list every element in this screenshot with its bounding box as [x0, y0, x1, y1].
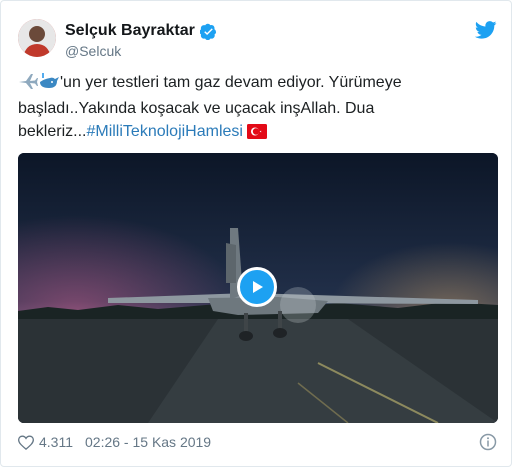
- info-icon[interactable]: [479, 433, 497, 451]
- like-button[interactable]: 4.311: [18, 434, 73, 450]
- twitter-bird-icon[interactable]: [475, 21, 497, 39]
- whale-emoji: [38, 72, 60, 97]
- handle[interactable]: @Selcuk: [65, 43, 121, 59]
- turkey-flag-emoji: [247, 123, 268, 146]
- tweet-timestamp[interactable]: 02:26 - 15 Kas 2019: [85, 434, 211, 450]
- play-icon: [253, 281, 263, 293]
- video-media[interactable]: [18, 153, 498, 423]
- like-count: 4.311: [39, 434, 73, 450]
- airplane-emoji: [18, 72, 38, 97]
- heart-icon: [18, 434, 34, 450]
- avatar[interactable]: [18, 19, 56, 57]
- display-name-row[interactable]: Selçuk Bayraktar: [65, 22, 217, 40]
- tweet-text: 'un yer testleri tam gaz devam ediyor. Y…: [18, 71, 488, 146]
- hashtag-link[interactable]: #MilliTeknolojiHamlesi: [86, 123, 243, 140]
- play-button[interactable]: [237, 267, 277, 307]
- display-name[interactable]: Selçuk Bayraktar: [65, 22, 195, 40]
- tweet-footer: 4.311 02:26 - 15 Kas 2019: [18, 433, 497, 451]
- tweet-card: Selçuk Bayraktar @Selcuk 'un yer testler…: [0, 0, 512, 467]
- verified-badge-icon: [199, 23, 216, 40]
